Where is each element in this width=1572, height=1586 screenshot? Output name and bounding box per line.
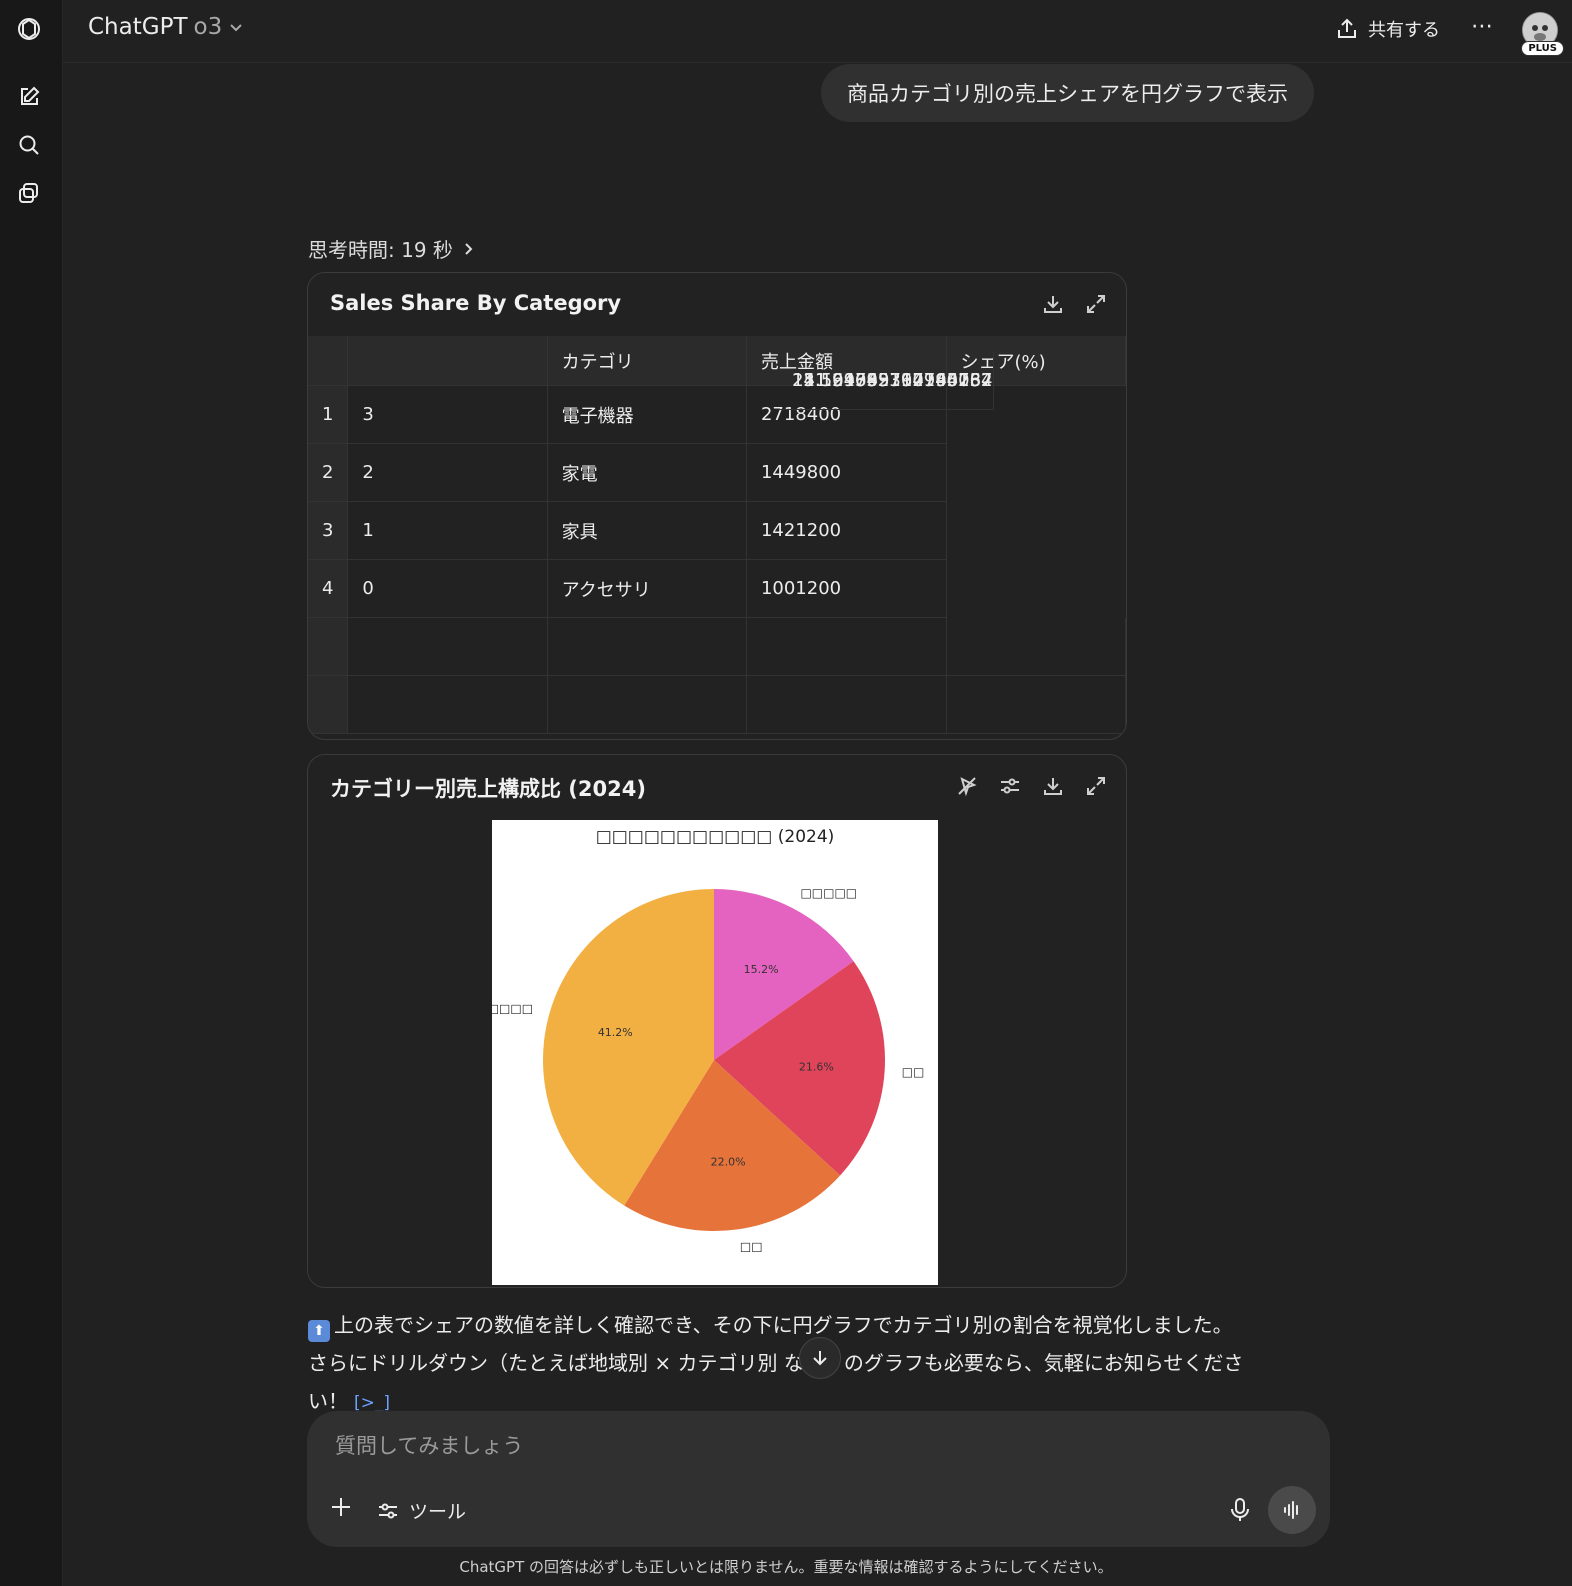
table-header-cell[interactable]: [308, 336, 349, 386]
table-cell: 0: [347, 559, 548, 618]
row-index: 3: [308, 501, 349, 560]
arrow-down-icon: [813, 1351, 827, 1366]
composer: ツール: [307, 1411, 1330, 1547]
empty-cell: [547, 617, 747, 676]
table-row[interactable]: 4 0 アクセサリ 1001200 15.191333110794162: [308, 352, 1126, 618]
chart-settings-icon[interactable]: [997, 773, 1022, 798]
empty-cell: [308, 617, 349, 676]
download-icon[interactable]: [1040, 291, 1065, 316]
table-cell: 1: [347, 501, 548, 560]
data-table: カテゴリ 売上金額 シェア(%) 1 3 電子機器 2718400 41.246…: [308, 336, 1126, 734]
answer-line-1: ⬆ 上の表でシェアの数値を詳しく確認でき、その下に円グラフでカテゴリ別の割合を視覚…: [308, 1306, 1298, 1344]
table-cell: 家電: [547, 443, 747, 502]
waveform-icon: [1284, 1501, 1298, 1519]
chart-card-title: カテゴリー別売上構成比 (2024): [330, 777, 646, 801]
chart-title: □□□□□□□□□□□ (2024): [596, 827, 835, 847]
thinking-label: 思考時間: 19 秒: [308, 238, 453, 262]
microphone-button[interactable]: [1228, 1497, 1252, 1527]
table-header-cell[interactable]: [347, 336, 548, 386]
slice-percent-label: 15.2%: [744, 963, 779, 976]
empty-cell: [347, 675, 548, 734]
table-cell: 1449800: [746, 443, 947, 502]
row-index: 1: [308, 385, 349, 444]
disclaimer-footer: ChatGPT の回答は必ずしも正しいとは限りません。重要な情報は確認するように…: [459, 1558, 1113, 1576]
arrow-up-emoji-icon: ⬆: [308, 1320, 330, 1342]
slice-percent-label: 22.0%: [711, 1156, 746, 1169]
table-row[interactable]: 1 3 電子機器 2718400 41.24662397960732: [308, 352, 1126, 444]
pie-chart-image: □□□□□□□□□□□ (2024) 15.2% □□□□□ 21.6% □□ 22.0…: [492, 820, 938, 1285]
table-header-row: カテゴリ 売上金額 シェア(%): [308, 336, 1126, 386]
interactive-toggle-icon[interactable]: [954, 773, 979, 798]
table-header-cell[interactable]: カテゴリ: [547, 336, 747, 386]
answer-text: い！: [308, 1389, 348, 1413]
chevron-right-icon: [465, 242, 473, 255]
voice-mode-button[interactable]: [1268, 1486, 1316, 1534]
library-icon[interactable]: [14, 178, 44, 208]
slice-category-label: □□: [740, 1239, 763, 1253]
row-index: 2: [308, 443, 349, 502]
user-message: 商品カテゴリ別の売上シェアを円グラフで表示: [821, 64, 1314, 122]
row-index: 4: [308, 559, 349, 618]
share-icon: [1338, 18, 1356, 38]
plus-icon: [332, 1498, 350, 1516]
tools-button[interactable]: ツール: [377, 1497, 466, 1524]
table-cell: 1001200: [746, 559, 947, 618]
download-icon[interactable]: [1040, 773, 1065, 798]
table-card: Sales Share By Category カテゴリ 売上金額 シェア(%)…: [307, 272, 1127, 740]
sliders-icon: [379, 1503, 397, 1518]
slice-category-label: □□□□: [492, 1002, 533, 1016]
expand-icon[interactable]: [1083, 291, 1108, 316]
prompt-input[interactable]: [333, 1433, 1197, 1459]
table-cell: 2: [347, 443, 548, 502]
table-empty-row: [308, 675, 1126, 734]
empty-cell: [946, 617, 1126, 676]
empty-cell: [308, 675, 349, 734]
slice-category-label: □□□□□: [800, 886, 857, 900]
table-card-title: Sales Share By Category: [330, 291, 622, 315]
more-options-icon[interactable]: ⋯: [1471, 14, 1494, 39]
table-cell: アクセサリ: [547, 559, 747, 618]
left-rail: [0, 0, 63, 1586]
thinking-toggle[interactable]: 思考時間: 19 秒: [308, 234, 475, 263]
table-cell: 15.191333110794162: [778, 352, 994, 410]
table-empty-row: [308, 617, 1126, 676]
share-button[interactable]: 共有する: [1336, 16, 1440, 42]
answer-text: 上の表でシェアの数値を詳しく確認でき、その下に円グラフでカテゴリ別の割合を視覚化…: [334, 1313, 1233, 1337]
expand-icon[interactable]: [1083, 773, 1108, 798]
table-cell: 3: [347, 385, 548, 444]
empty-cell: [746, 675, 947, 734]
top-bar: ChatGPT o3 共有する ⋯ PLUS: [62, 0, 1572, 63]
code-reference-icon[interactable]: [>_]: [354, 1393, 390, 1413]
tools-label: ツール: [409, 1501, 467, 1523]
chart-card: カテゴリー別売上構成比 (2024) □□□□□□□□□□□ (2024) 15…: [307, 754, 1127, 1288]
empty-cell: [347, 617, 548, 676]
slice-category-label: □□: [902, 1065, 925, 1079]
empty-cell: [946, 675, 1126, 734]
pie-chart: □□□□□□□□□□□ (2024) 15.2% □□□□□ 21.6% □□ 22.0…: [492, 827, 925, 1253]
plan-badge: PLUS: [1521, 41, 1564, 56]
table-row[interactable]: 3 1 家具 1421200 21.564045762146087: [308, 352, 1126, 560]
model-name: ChatGPT: [88, 14, 188, 40]
search-icon[interactable]: [14, 130, 44, 160]
model-version: o3: [193, 14, 223, 40]
slice-percent-label: 21.6%: [799, 1060, 834, 1073]
table-cell: 家具: [547, 501, 747, 560]
model-selector[interactable]: ChatGPT o3: [88, 14, 244, 40]
table-cell: 1421200: [746, 501, 947, 560]
openai-logo-icon[interactable]: [14, 14, 44, 44]
slice-percent-label: 41.2%: [598, 1026, 633, 1039]
new-chat-icon[interactable]: [14, 82, 44, 112]
share-label: 共有する: [1368, 20, 1440, 41]
scroll-down-button[interactable]: [799, 1337, 841, 1379]
chevron-down-icon: [230, 24, 242, 32]
table-cell: 電子機器: [547, 385, 747, 444]
empty-cell: [746, 617, 947, 676]
table-row[interactable]: 2 2 家電 1449800 21.99799714745234: [308, 352, 1126, 502]
add-attachment-button[interactable]: [329, 1493, 353, 1526]
empty-cell: [547, 675, 747, 734]
microphone-icon: [1231, 1498, 1249, 1521]
